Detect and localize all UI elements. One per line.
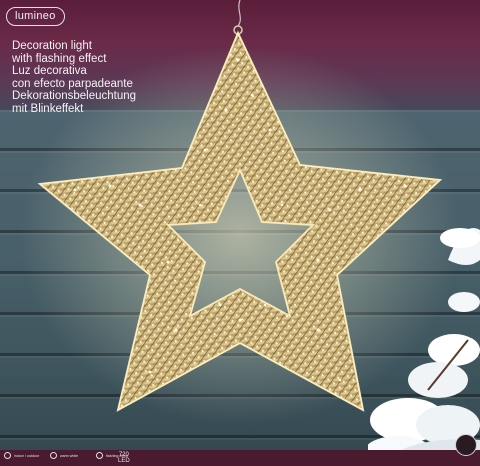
brand-logo: lumineo	[6, 7, 65, 26]
warm-white-icon	[50, 452, 57, 459]
indoor-outdoor-icon	[4, 452, 11, 459]
description-line: with flashing effect	[12, 52, 107, 65]
corner-badge	[455, 434, 477, 456]
indoor-outdoor-feature: indoor / outdoor	[4, 452, 42, 459]
description-line: Dekorationsbeleuchtung	[12, 90, 137, 103]
flashing-effect-icon	[96, 452, 103, 459]
warm-white-feature: warm white	[50, 452, 88, 459]
product-image: lumineo Decoration light with flashing e…	[0, 0, 480, 466]
hanging-wire	[237, 0, 241, 27]
feature-label: indoor / outdoor	[14, 453, 40, 458]
description-line: Decoration light	[12, 40, 92, 52]
description-line: mit Blinkeffekt	[12, 102, 84, 115]
feature-label: warm white	[60, 453, 79, 458]
description-line: Luz decorativa	[12, 65, 87, 78]
feature-icons: indoor / outdoor warm white flashing eff…	[4, 452, 134, 459]
led-count-unit: LED	[118, 458, 130, 464]
product-description: Decoration light with flashing effect Lu…	[12, 40, 136, 116]
description-line: con efecto parpadeante	[12, 77, 133, 90]
led-count: 720 LED	[118, 452, 130, 464]
